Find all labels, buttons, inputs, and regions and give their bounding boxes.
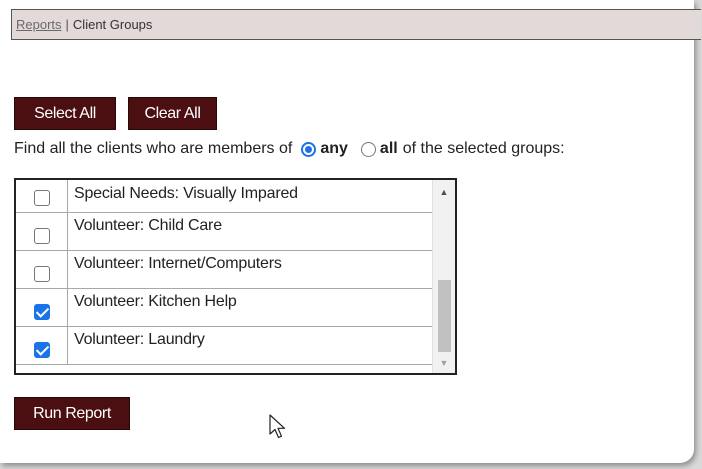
group-label: Volunteer: Internet/Computers: [74, 255, 282, 272]
group-row[interactable]: Volunteer: Child Care: [16, 213, 432, 251]
radio-any[interactable]: [301, 141, 317, 157]
group-rows: Special Needs: Visually Impared Voluntee…: [16, 180, 432, 365]
group-label: Volunteer: Child Care: [74, 217, 222, 234]
group-label: Volunteer: Kitchen Help: [74, 293, 237, 310]
group-row[interactable]: Volunteer: Laundry: [16, 327, 432, 365]
group-list[interactable]: Special Needs: Visually Impared Voluntee…: [14, 178, 457, 375]
breadcrumb-separator: |: [65, 17, 69, 32]
match-mode-suffix: of the selected groups:: [402, 140, 565, 157]
group-checkbox-cell: [16, 213, 68, 250]
run-report-button[interactable]: Run Report: [14, 397, 130, 430]
radio-all-label[interactable]: all: [380, 140, 398, 158]
group-list-scrollbar[interactable]: ▲ ▼: [432, 180, 455, 373]
scrollbar-thumb[interactable]: [438, 280, 451, 352]
breadcrumb-current: Client Groups: [72, 17, 153, 32]
match-mode-line: Find all the clients who are members of …: [14, 140, 565, 158]
breadcrumb: Reports | Client Groups: [11, 9, 701, 40]
group-checkbox[interactable]: [33, 341, 50, 358]
group-checkbox-cell: [16, 289, 68, 326]
report-panel: Reports | Client Groups Select All Clear…: [0, 0, 701, 463]
group-label: Volunteer: Laundry: [74, 331, 205, 348]
select-all-button[interactable]: Select All: [14, 97, 116, 130]
group-checkbox[interactable]: [33, 190, 50, 206]
group-checkbox-cell: [16, 251, 68, 288]
group-row[interactable]: Special Needs: Visually Impared: [16, 180, 432, 213]
mouse-pointer-icon: [269, 414, 286, 439]
triangle-up-icon[interactable]: ▲: [433, 184, 455, 200]
group-checkbox[interactable]: [33, 303, 50, 320]
group-row[interactable]: Volunteer: Kitchen Help: [16, 289, 432, 327]
group-checkbox-cell: [16, 327, 68, 364]
group-row[interactable]: Volunteer: Internet/Computers: [16, 251, 432, 289]
group-checkbox[interactable]: [33, 265, 50, 282]
breadcrumb-link-reports[interactable]: Reports: [16, 17, 62, 32]
group-checkbox[interactable]: [33, 227, 50, 244]
match-mode-prefix: Find all the clients who are members of: [14, 140, 293, 157]
group-checkbox-cell: [16, 180, 68, 212]
triangle-down-icon[interactable]: ▼: [433, 355, 455, 371]
radio-any-label[interactable]: any: [320, 140, 348, 158]
clear-all-button[interactable]: Clear All: [128, 97, 217, 130]
radio-all[interactable]: [360, 141, 376, 157]
group-label: Special Needs: Visually Impared: [74, 185, 298, 202]
